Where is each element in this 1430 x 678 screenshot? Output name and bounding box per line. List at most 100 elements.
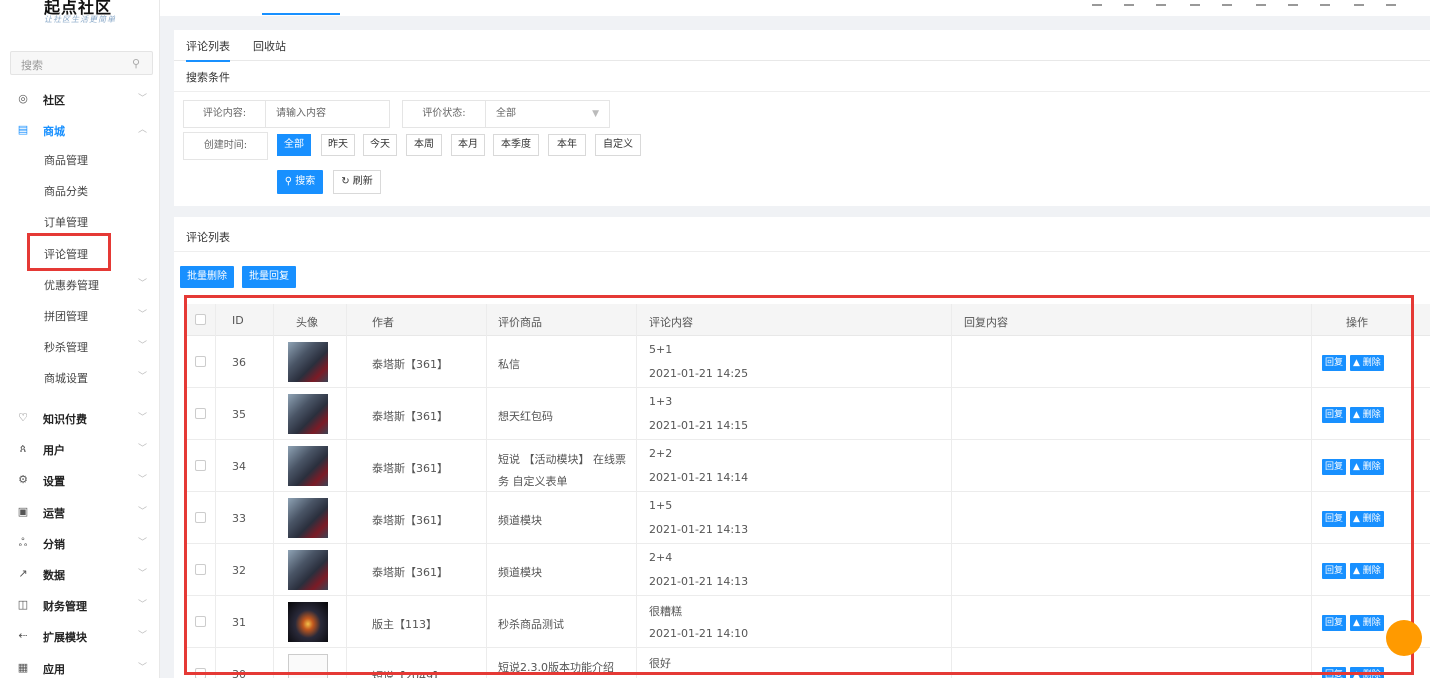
sidebar-item-9[interactable]: 商城设置 ﹀: [0, 362, 160, 392]
status-filter-value: 全部: [496, 108, 516, 119]
top-bar: [160, 0, 1430, 16]
bulk-reply-button[interactable]: 批量回复: [242, 266, 296, 288]
sidebar-item-8[interactable]: 秒杀管理 ﹀: [0, 331, 160, 361]
sidebar-item-3[interactable]: 商品分类: [0, 175, 160, 205]
sidebar-item-label: 商城设置: [44, 372, 88, 385]
sidebar-item-16[interactable]: ◫ 财务管理 ﹀: [0, 590, 160, 620]
chevron-down-icon: ﹀: [138, 372, 148, 382]
divider: [174, 91, 1430, 92]
sidebar-item-10[interactable]: ♡ 知识付费 ﹀: [0, 403, 160, 433]
tab-bar: 评论列表 回收站: [174, 30, 1430, 62]
sidebar-item-15[interactable]: ↗ 数据 ﹀: [0, 559, 160, 589]
sidebar-item-label: 分销: [43, 538, 65, 551]
sidebar-item-13[interactable]: ▣ 运营 ﹀: [0, 497, 160, 527]
sidebar-item-2[interactable]: 商品管理: [0, 144, 160, 174]
time-filter-label: 创建时间:: [183, 132, 268, 160]
content-filter-label: 评论内容:: [183, 100, 266, 128]
highlight-box-sidebar: [27, 233, 111, 271]
sidebar: 起点社区 让社区生活更简单 搜索 ⚲ ◎ 社区 ﹀ ▤ 商城 ︿ 商品管理 商品分类 订单管理评…: [0, 0, 160, 678]
toolbar-icon[interactable]: [1386, 0, 1396, 6]
search-panel: 评论列表 回收站 搜索条件 评论内容: 请输入内容 评价状态: 全部 ▼ 创建时…: [174, 30, 1430, 206]
sidebar-item-label: 拼团管理: [44, 310, 88, 323]
sidebar-item-label: 设置: [43, 475, 65, 488]
status-filter-select[interactable]: 全部 ▼: [486, 100, 610, 128]
sidebar-item-1[interactable]: ▤ 商城 ︿: [0, 115, 160, 145]
time-chip[interactable]: 自定义: [595, 134, 641, 156]
toolbar-icon[interactable]: [1256, 0, 1266, 6]
search-section-title: 搜索条件: [186, 71, 230, 84]
time-chip[interactable]: 本月: [451, 134, 485, 156]
list-title: 评论列表: [186, 231, 230, 244]
sidebar-item-6[interactable]: 优惠券管理 ﹀: [0, 269, 160, 299]
status-filter-label: 评价状态:: [402, 100, 486, 128]
content-filter-input[interactable]: 请输入内容: [266, 100, 390, 128]
sidebar-item-label: 知识付费: [43, 413, 87, 426]
sidebar-item-11[interactable]: ጰ 用户 ﹀: [0, 434, 160, 464]
sidebar-item-label: 用户: [43, 444, 65, 457]
sidebar-item-label: 商城: [43, 125, 65, 138]
sidebar-item-label: 财务管理: [43, 600, 87, 613]
toolbar-icon[interactable]: [1092, 0, 1102, 6]
sidebar-search-input[interactable]: 搜索 ⚲: [10, 51, 153, 75]
time-chip[interactable]: 昨天: [321, 134, 355, 156]
chevron-down-icon: ﹀: [138, 413, 148, 423]
chevron-down-icon: ﹀: [138, 600, 148, 610]
bulb-icon: ♡: [18, 411, 28, 424]
sidebar-item-17[interactable]: ⇠ 扩展模块 ﹀: [0, 621, 160, 651]
sidebar-item-0[interactable]: ◎ 社区 ﹀: [0, 84, 160, 114]
time-chip[interactable]: 今天: [363, 134, 397, 156]
gear-icon: ⚙: [18, 473, 28, 486]
plugin-icon: ⇠: [18, 629, 28, 642]
chevron-down-icon: ﹀: [138, 569, 148, 579]
toolbar-icon[interactable]: [1288, 0, 1298, 6]
chat-icon: ◎: [18, 92, 28, 105]
tab-recycle-bin[interactable]: 回收站: [253, 38, 286, 54]
toolbar-icon[interactable]: [1354, 0, 1364, 6]
chart-icon: ↗: [18, 567, 28, 580]
sidebar-item-label: 商品管理: [44, 154, 88, 167]
chevron-down-icon: ﹀: [138, 94, 148, 104]
sidebar-item-label: 秒杀管理: [44, 341, 88, 354]
time-chip[interactable]: 全部: [277, 134, 311, 156]
time-chip[interactable]: 本年: [548, 134, 586, 156]
grid-icon: ▦: [17, 661, 29, 674]
bulk-delete-button[interactable]: 批量删除: [180, 266, 234, 288]
chevron-down-icon: ﹀: [138, 444, 148, 454]
sidebar-item-label: 运营: [43, 507, 65, 520]
chevron-down-icon: ▼: [592, 109, 599, 119]
time-chip[interactable]: 本季度: [493, 134, 539, 156]
sidebar-item-18[interactable]: ▦ 应用 ﹀: [0, 653, 160, 678]
refresh-button-label: 刷新: [352, 176, 373, 187]
support-float-button[interactable]: [1386, 620, 1422, 656]
time-chip[interactable]: 本周: [406, 134, 442, 156]
search-icon: ⚲: [131, 57, 140, 70]
sidebar-item-label: 优惠券管理: [44, 279, 99, 292]
toolbar-icon[interactable]: [1190, 0, 1200, 6]
sidebar-item-7[interactable]: 拼团管理 ﹀: [0, 300, 160, 330]
monitor-icon: ▣: [17, 505, 29, 518]
chevron-down-icon: ﹀: [138, 507, 148, 517]
sidebar-item-label: 商品分类: [44, 185, 88, 198]
chevron-down-icon: ﹀: [138, 631, 148, 641]
sidebar-search-placeholder: 搜索: [21, 59, 43, 72]
user-icon: ጰ: [19, 442, 27, 455]
refresh-button[interactable]: ↻ 刷新: [333, 170, 381, 194]
toolbar-icon[interactable]: [1124, 0, 1134, 6]
chevron-up-icon: ︿: [138, 125, 148, 135]
search-button[interactable]: ⚲ 搜索: [277, 170, 323, 194]
sidebar-item-4[interactable]: 订单管理: [0, 206, 160, 236]
sidebar-item-label: 数据: [43, 569, 65, 582]
share-icon: ஃ: [18, 536, 28, 549]
chevron-down-icon: ﹀: [138, 663, 148, 673]
brand-tagline: 让社区生活更简单: [44, 15, 116, 24]
shop-icon: ▤: [17, 123, 29, 136]
tab-comment-list[interactable]: 评论列表: [186, 38, 230, 62]
toolbar-icon[interactable]: [1222, 0, 1232, 6]
sidebar-item-14[interactable]: ஃ 分销 ﹀: [0, 528, 160, 558]
sidebar-item-label: 扩展模块: [43, 631, 87, 644]
wallet-icon: ◫: [17, 598, 29, 611]
sidebar-item-12[interactable]: ⚙ 设置 ﹀: [0, 465, 160, 495]
toolbar-icon[interactable]: [1156, 0, 1166, 6]
toolbar-icon[interactable]: [1320, 0, 1330, 6]
divider: [174, 251, 1430, 252]
